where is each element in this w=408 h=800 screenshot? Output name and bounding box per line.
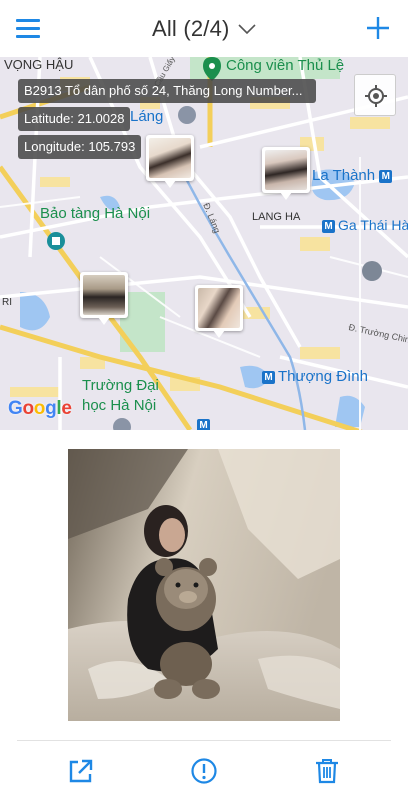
pin-thumbnail — [198, 288, 240, 328]
crosshair-location-icon — [365, 85, 387, 107]
toolbar-divider — [17, 740, 391, 741]
photo-pin-2[interactable] — [262, 147, 310, 201]
thuong-dinh-text: Thượng Đình — [278, 368, 368, 385]
plus-icon[interactable] — [366, 16, 390, 40]
map-label-lang-ha: LANG HA — [252, 211, 301, 223]
my-location-button[interactable] — [354, 74, 396, 116]
google-logo: Google — [8, 398, 72, 419]
map-label-ga-thai-ha: M Ga Thái Hà — [322, 217, 408, 233]
pin-thumbnail — [265, 150, 307, 190]
longitude-info: Longitude: 105.793 — [18, 135, 142, 159]
metro-icon: M — [262, 371, 275, 384]
map-label-truong-dai-2: học Hà Nội — [82, 397, 157, 414]
pin-thumbnail — [149, 138, 191, 178]
pin-tail — [213, 330, 225, 338]
share-external-icon[interactable] — [67, 757, 95, 785]
latitude-info: Latitude: 21.0028 — [18, 107, 131, 131]
pin-tail — [164, 180, 176, 188]
photo-pin-3[interactable] — [80, 272, 128, 326]
map-view[interactable]: VỌNG HẬU Công viên Thủ Lệ Láng La Thành … — [0, 57, 408, 430]
selected-photo[interactable] — [68, 449, 340, 721]
pin-frame — [146, 135, 194, 181]
photo-pin-1[interactable] — [146, 135, 194, 189]
pin-frame — [195, 285, 243, 331]
photo-image — [68, 449, 340, 721]
map-label-ri: RI — [2, 297, 12, 308]
metro-icon: M — [197, 419, 210, 430]
map-label-la-thanh: La Thành M — [312, 167, 395, 184]
map-label-thuong-dinh: M Thượng Đình — [262, 368, 368, 385]
ga-thai-ha-text: Ga Thái Hà — [338, 217, 408, 233]
pin-tail — [98, 317, 110, 325]
photo-pin-4[interactable] — [195, 285, 243, 339]
album-selector[interactable]: All (2/4) — [0, 16, 408, 42]
map-label-bao-tang: Bảo tàng Hà Nội — [40, 205, 151, 222]
chevron-down-icon — [238, 24, 256, 34]
map-label-cong-vien: Công viên Thủ Lệ — [226, 57, 345, 74]
map-label-vong-hau: VỌNG HẬU — [4, 57, 74, 72]
pin-frame — [262, 147, 310, 193]
trash-icon[interactable] — [313, 757, 341, 785]
la-thanh-text: La Thành — [312, 167, 376, 184]
pin-tail — [280, 192, 292, 200]
metro-icon: M — [322, 220, 335, 233]
map-label-lang: Láng — [130, 108, 164, 125]
pin-thumbnail — [83, 275, 125, 315]
app-header: All (2/4) — [0, 0, 408, 57]
address-info: B2913 Tổ dân phố số 24, Thăng Long Numbe… — [18, 79, 316, 103]
metro-icon-bottom: M — [197, 416, 213, 430]
map-label-truong-dai-1: Trường Đại — [82, 377, 159, 394]
info-exclamation-icon[interactable] — [190, 757, 218, 785]
metro-icon: M — [379, 170, 393, 183]
pin-frame — [80, 272, 128, 318]
album-title: All (2/4) — [151, 16, 230, 41]
